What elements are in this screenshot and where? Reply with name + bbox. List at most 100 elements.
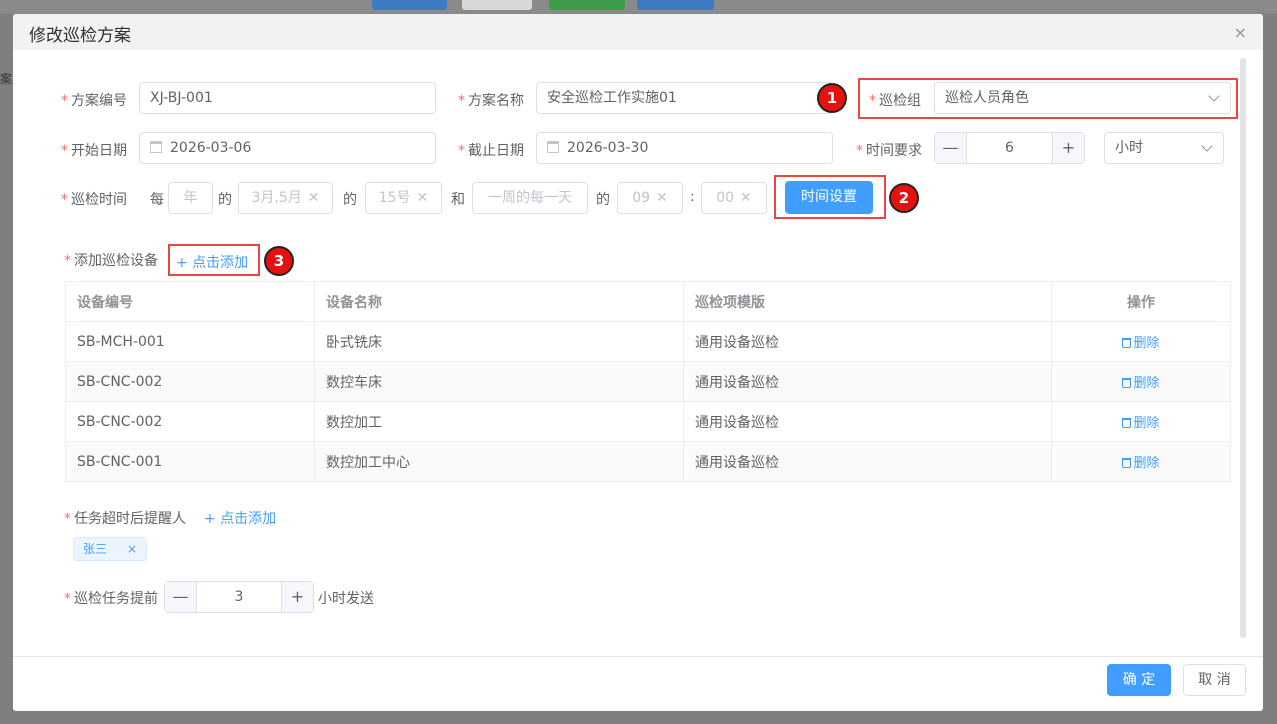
background-toolbar (0, 0, 1277, 14)
decrease-button[interactable]: — (935, 133, 967, 163)
delete-button[interactable]: 删除 (1122, 416, 1160, 431)
time-unit-value: 小时 (1115, 140, 1143, 156)
trash-icon (1122, 378, 1132, 388)
bg-export-button (637, 0, 714, 10)
device-table: 设备编号 设备名称 巡检项模版 操作 SB-MCH-001 卧式铣床 通用设备巡… (65, 281, 1231, 482)
day-select[interactable]: 15号 ✕ (365, 182, 442, 214)
calendar-icon (150, 141, 162, 153)
clear-icon[interactable]: ✕ (740, 190, 752, 206)
delete-button[interactable]: 删除 (1122, 336, 1160, 351)
cancel-button[interactable]: 取 消 (1183, 664, 1246, 696)
advance-suffix: 小时发送 (318, 591, 374, 607)
calendar-icon (547, 141, 559, 153)
device-code-cell: SB-CNC-001 (65, 441, 315, 482)
close-icon[interactable]: × (127, 542, 137, 556)
advance-stepper[interactable]: — 3 + (164, 581, 314, 613)
plan-name-input[interactable]: 安全巡检工作实施01 (536, 82, 833, 114)
device-code-cell: SB-CNC-002 (65, 361, 315, 402)
advance-label: * 巡检任务提前 (64, 591, 158, 607)
end-date-picker[interactable]: 2026-03-30 (536, 132, 833, 164)
month-value: 3月,5月 (251, 190, 302, 206)
col-template: 巡检项模版 (683, 281, 1052, 322)
start-date-value: 2026-03-06 (170, 140, 252, 156)
chevron-down-icon (1201, 140, 1213, 152)
trash-icon (1122, 338, 1132, 348)
bg-search-button (372, 0, 447, 10)
template-cell: 通用设备巡检 (683, 401, 1052, 442)
clear-icon[interactable]: ✕ (417, 190, 429, 206)
weekday-select[interactable]: 一周的每一天 (472, 182, 588, 214)
end-date-value: 2026-03-30 (567, 140, 649, 156)
inspect-time-label: * 巡检时间 (61, 192, 127, 208)
reminder-tag-label: 张三 (83, 542, 108, 556)
plan-no-input[interactable]: XJ-BJ-001 (139, 82, 436, 114)
highlight-box-2 (774, 175, 886, 219)
reminder-label: * 任务超时后提醒人 (64, 511, 186, 527)
highlight-box-3 (168, 244, 260, 276)
table-row: SB-MCH-001 卧式铣床 通用设备巡检 删除 (65, 321, 1231, 362)
plan-name-label: * 方案名称 (458, 93, 524, 109)
device-name-cell: 数控车床 (314, 361, 684, 402)
word-de-2: 的 (343, 192, 357, 208)
trash-icon (1122, 418, 1132, 428)
plan-no-label: * 方案编号 (61, 93, 127, 109)
time-colon: : (690, 189, 695, 205)
start-date-picker[interactable]: 2026-03-06 (139, 132, 436, 164)
add-device-label: * 添加巡检设备 (64, 253, 158, 269)
clear-icon[interactable]: ✕ (308, 190, 320, 206)
word-and: 和 (451, 192, 465, 208)
col-device-name: 设备名称 (314, 281, 684, 322)
word-de-1: 的 (218, 192, 232, 208)
annotation-badge-3: 3 (264, 246, 294, 276)
close-icon[interactable]: × (1234, 23, 1247, 42)
dialog-title: 修改巡检方案 (29, 26, 131, 46)
advance-value[interactable]: 3 (197, 582, 281, 612)
time-unit-select[interactable]: 小时 (1104, 132, 1224, 164)
increase-button[interactable]: + (1052, 133, 1084, 163)
device-name-cell: 卧式铣床 (314, 321, 684, 362)
table-row: SB-CNC-001 数控加工中心 通用设备巡检 删除 (65, 441, 1231, 482)
month-select[interactable]: 3月,5月 ✕ (238, 182, 333, 214)
year-select[interactable]: 年 (168, 182, 213, 214)
col-action: 操作 (1051, 281, 1231, 322)
edit-plan-dialog: 修改巡检方案 × * 方案编号 XJ-BJ-001 * 方案名称 安全巡检工作实施0… (13, 14, 1263, 711)
start-date-label: * 开始日期 (61, 143, 127, 159)
annotation-badge-2: 2 (889, 183, 919, 213)
device-code-cell: SB-MCH-001 (65, 321, 315, 362)
minute-select[interactable]: 00 ✕ (701, 182, 767, 214)
template-cell: 通用设备巡检 (683, 321, 1052, 362)
delete-button[interactable]: 删除 (1122, 376, 1160, 391)
table-row: SB-CNC-002 数控车床 通用设备巡检 删除 (65, 361, 1231, 402)
hour-value: 09 (632, 190, 651, 206)
time-req-stepper[interactable]: — 6 + (934, 132, 1085, 164)
background-side-text: 案 (0, 72, 13, 86)
footer-divider (13, 656, 1263, 657)
word-de-3: 的 (596, 192, 610, 208)
device-code-cell: SB-CNC-002 (65, 401, 315, 442)
highlight-box-1 (858, 78, 1238, 119)
word-every: 每 (150, 192, 164, 208)
reminder-tag: 张三 × (73, 537, 148, 561)
decrease-button[interactable]: — (165, 582, 197, 612)
bg-reset-button (462, 0, 532, 10)
device-name-cell: 数控加工中心 (314, 441, 684, 482)
end-date-label: * 截止日期 (458, 143, 524, 159)
device-name-cell: 数控加工 (314, 401, 684, 442)
template-cell: 通用设备巡检 (683, 441, 1052, 482)
col-device-code: 设备编号 (65, 281, 315, 322)
hour-select[interactable]: 09 ✕ (617, 182, 683, 214)
scrollbar[interactable] (1240, 58, 1246, 638)
annotation-badge-1: 1 (817, 83, 847, 113)
time-req-value[interactable]: 6 (967, 133, 1052, 163)
minute-value: 00 (716, 190, 735, 206)
trash-icon (1122, 458, 1132, 468)
add-reminder-link[interactable]: + 点击添加 (204, 508, 276, 528)
confirm-button[interactable]: 确 定 (1107, 664, 1171, 696)
time-req-label: * 时间要求 (856, 143, 922, 159)
bg-add-button (549, 0, 625, 10)
template-cell: 通用设备巡检 (683, 361, 1052, 402)
increase-button[interactable]: + (281, 582, 313, 612)
dialog-header: 修改巡检方案 × (13, 14, 1263, 50)
clear-icon[interactable]: ✕ (656, 190, 668, 206)
delete-button[interactable]: 删除 (1122, 456, 1160, 471)
